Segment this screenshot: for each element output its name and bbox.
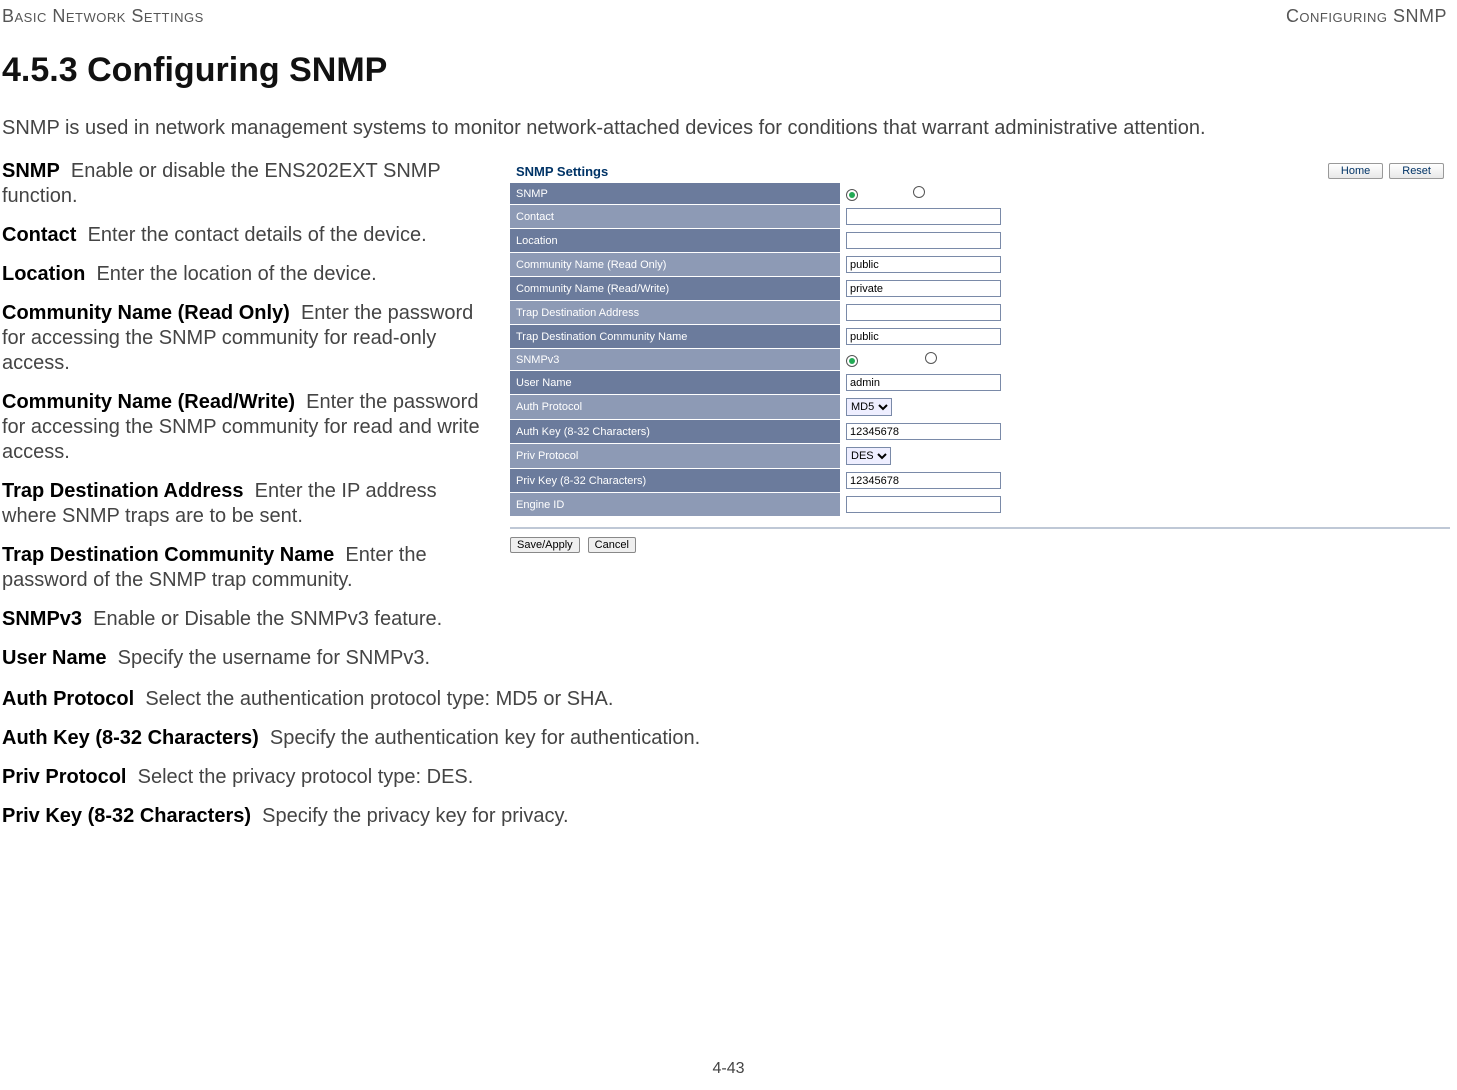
definition-priv-protocol: Priv Protocol Select the privacy protoco… xyxy=(2,765,1455,790)
priv-key-input[interactable] xyxy=(846,472,1001,489)
row-authp-label: Auth Protocol xyxy=(510,395,840,420)
comm-ro-input[interactable] xyxy=(846,256,1001,273)
definitions-left-column: SNMP Enable or disable the ENS202EXT SNM… xyxy=(2,159,492,685)
panel-title: SNMP Settings xyxy=(516,164,608,179)
auth-key-input[interactable] xyxy=(846,423,1001,440)
definition-trap-addr: Trap Destination Address Enter the IP ad… xyxy=(2,479,492,529)
row-privk-label: Priv Key (8-32 Characters) xyxy=(510,469,840,493)
definition-auth-protocol: Auth Protocol Select the authentication … xyxy=(2,687,1455,712)
definition-comm-rw: Community Name (Read/Write) Enter the pa… xyxy=(2,390,492,465)
row-engine-label: Engine ID xyxy=(510,493,840,517)
definition-snmpv3: SNMPv3 Enable or Disable the SNMPv3 feat… xyxy=(2,607,492,632)
snmp-settings-panel: SNMP Settings Home Reset SNMP Enable Dis… xyxy=(510,159,1450,553)
radio-unchecked-icon xyxy=(913,186,925,198)
row-comm-rw-label: Community Name (Read/Write) xyxy=(510,277,840,301)
radio-checked-icon xyxy=(846,355,858,367)
definition-location: Location Enter the location of the devic… xyxy=(2,262,492,287)
panel-divider xyxy=(510,527,1450,529)
definitions-full-width: Auth Protocol Select the authentication … xyxy=(2,687,1455,829)
definition-trap-comm: Trap Destination Community Name Enter th… xyxy=(2,543,492,593)
definition-snmp: SNMP Enable or disable the ENS202EXT SNM… xyxy=(2,159,492,209)
auth-protocol-select[interactable]: MD5 xyxy=(846,398,892,416)
definition-auth-key: Auth Key (8-32 Characters) Specify the a… xyxy=(2,726,1455,751)
section-title: 4.5.3 Configuring SNMP xyxy=(2,51,1455,90)
definition-priv-key: Priv Key (8-32 Characters) Specify the p… xyxy=(2,804,1455,829)
trap-comm-input[interactable] xyxy=(846,328,1001,345)
priv-protocol-select[interactable]: DES xyxy=(846,447,891,465)
comm-rw-input[interactable] xyxy=(846,280,1001,297)
contact-input[interactable] xyxy=(846,208,1001,225)
snmp-enable-radio[interactable]: Enable xyxy=(846,189,896,201)
trap-addr-input[interactable] xyxy=(846,304,1001,321)
location-input[interactable] xyxy=(846,232,1001,249)
row-trap-addr-label: Trap Destination Address xyxy=(510,301,840,325)
definition-username: User Name Specify the username for SNMPv… xyxy=(2,646,492,671)
engine-id-input[interactable] xyxy=(846,496,1001,513)
user-input[interactable] xyxy=(846,374,1001,391)
radio-unchecked-icon xyxy=(925,352,937,364)
page-number: 4-43 xyxy=(0,1060,1457,1078)
row-privp-label: Priv Protocol xyxy=(510,444,840,469)
header-left: Basic Network Settings xyxy=(2,6,204,27)
row-contact-label: Contact xyxy=(510,205,840,229)
intro-paragraph: SNMP is used in network management syste… xyxy=(2,115,1455,141)
definition-comm-ro: Community Name (Read Only) Enter the pas… xyxy=(2,301,492,376)
snmpv3-disable-radio[interactable]: v3Disable xyxy=(925,352,989,364)
row-snmpv3-label: SNMPv3 xyxy=(510,349,840,371)
reset-button[interactable]: Reset xyxy=(1389,163,1444,179)
screenshot-panel-column: SNMP Settings Home Reset SNMP Enable Dis… xyxy=(510,159,1455,685)
row-snmp-label: SNMP xyxy=(510,183,840,205)
row-comm-ro-label: Community Name (Read Only) xyxy=(510,253,840,277)
header-right: Configuring SNMP xyxy=(1286,6,1447,27)
row-authk-label: Auth Key (8-32 Characters) xyxy=(510,420,840,444)
save-apply-button[interactable]: Save/Apply xyxy=(510,537,580,553)
cancel-button[interactable]: Cancel xyxy=(588,537,636,553)
snmp-disable-radio[interactable]: Disable xyxy=(913,186,966,198)
definition-contact: Contact Enter the contact details of the… xyxy=(2,223,492,248)
snmpv3-enable-radio[interactable]: v3Enable xyxy=(846,355,908,367)
row-location-label: Location xyxy=(510,229,840,253)
home-button[interactable]: Home xyxy=(1328,163,1383,179)
row-user-label: User Name xyxy=(510,371,840,395)
row-trap-comm-label: Trap Destination Community Name xyxy=(510,325,840,349)
radio-checked-icon xyxy=(846,189,858,201)
page-header: Basic Network Settings Configuring SNMP xyxy=(0,0,1457,31)
